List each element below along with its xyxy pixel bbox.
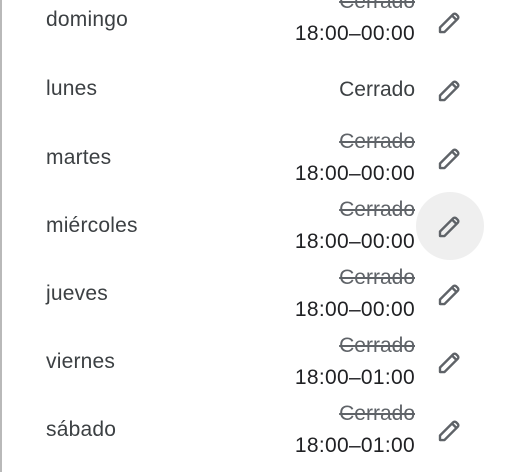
pencil-icon: [438, 420, 460, 442]
new-hours: 18:00–00:00: [294, 162, 415, 185]
day-label: martes: [46, 146, 112, 169]
day-label: miércoles: [46, 214, 138, 237]
new-hours: 18:00–00:00: [294, 298, 415, 321]
edit-button[interactable]: [416, 56, 484, 124]
new-hours: 18:00–00:00: [294, 22, 415, 45]
pencil-icon: [438, 216, 460, 238]
hours-value: Cerrado 18:00–00:00: [295, 266, 415, 322]
new-hours: 18:00–01:00: [294, 366, 415, 389]
hours-value: Cerrado 18:00–00:00: [295, 0, 415, 46]
hours-row-sabado: sábado Cerrado 18:00–01:00: [0, 396, 512, 464]
hours-row-domingo: domingo Cerrado 18:00–00:00: [0, 0, 512, 56]
hours-row-martes: martes Cerrado 18:00–00:00: [0, 124, 512, 192]
pencil-icon: [438, 352, 460, 374]
edit-button[interactable]: [416, 0, 484, 56]
hours-value: Cerrado 18:00–01:00: [295, 402, 415, 458]
day-label: lunes: [46, 77, 98, 100]
new-hours: 18:00–01:00: [294, 434, 415, 457]
pencil-icon: [438, 148, 460, 170]
previous-hours: Cerrado: [339, 402, 415, 425]
hours-row-jueves: jueves Cerrado 18:00–00:00: [0, 260, 512, 328]
previous-hours: Cerrado: [339, 266, 415, 289]
previous-hours: Cerrado: [339, 130, 415, 153]
edit-button[interactable]: [416, 396, 484, 464]
edit-button[interactable]: [416, 192, 484, 260]
previous-hours: Cerrado: [339, 334, 415, 357]
hours-value: Cerrado 18:00–01:00: [295, 334, 415, 390]
day-label: jueves: [46, 282, 108, 305]
edit-button[interactable]: [416, 124, 484, 192]
edit-button[interactable]: [416, 328, 484, 396]
hours-value: Cerrado 18:00–00:00: [295, 130, 415, 186]
hours-row-lunes: lunes Cerrado: [0, 56, 512, 124]
day-label: sábado: [46, 418, 117, 441]
previous-hours: Cerrado: [339, 198, 415, 221]
hours-row-viernes: viernes Cerrado 18:00–01:00: [0, 328, 512, 396]
previous-hours: Cerrado: [339, 0, 415, 13]
pencil-icon: [438, 284, 460, 306]
day-label: domingo: [46, 8, 128, 31]
pencil-icon: [438, 80, 460, 102]
new-hours: 18:00–00:00: [294, 230, 415, 253]
hours-value: Cerrado: [339, 78, 415, 101]
pencil-icon: [438, 12, 460, 34]
hours-value: Cerrado 18:00–00:00: [295, 198, 415, 254]
day-label: viernes: [46, 350, 116, 373]
edit-button[interactable]: [416, 260, 484, 328]
hours-row-miercoles: miércoles Cerrado 18:00–00:00: [0, 192, 512, 260]
